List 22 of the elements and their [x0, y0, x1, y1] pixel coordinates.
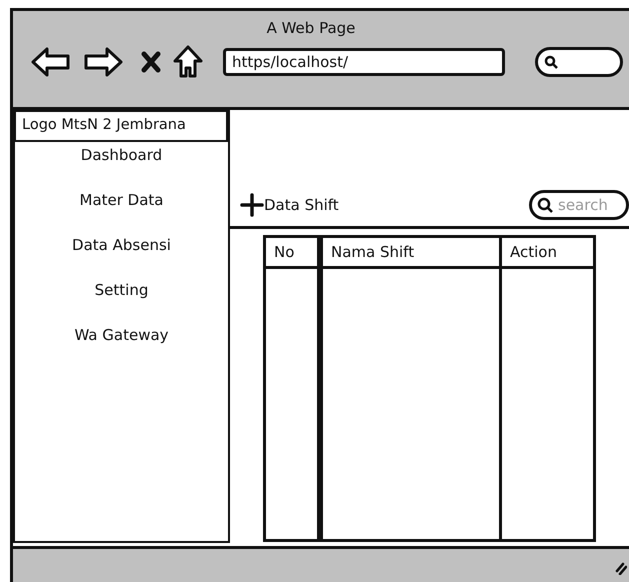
close-icon[interactable]	[141, 51, 161, 73]
search-field[interactable]: search	[529, 190, 629, 220]
menu-item[interactable]: Mater Data	[15, 186, 228, 232]
menu-item[interactable]: Wa Gateway	[15, 322, 228, 367]
search-icon	[537, 197, 553, 213]
column-header: Action	[502, 238, 593, 269]
menu-item[interactable]: Data Absensi	[15, 232, 228, 277]
menu-item[interactable]: Dashboard	[15, 142, 228, 187]
home-icon[interactable]	[173, 45, 203, 79]
window-title: A Web Page	[266, 18, 356, 39]
plus-icon	[240, 193, 264, 217]
search-icon	[544, 55, 558, 69]
resize-grip-icon[interactable]	[615, 561, 627, 575]
browser-search-field[interactable]	[535, 47, 623, 77]
back-icon[interactable]	[31, 46, 71, 78]
logo-label: Logo MtsN 2 Jembrana	[14, 110, 228, 142]
column-header: No	[266, 238, 317, 269]
menu-item[interactable]: Setting	[15, 276, 228, 322]
column-header: Nama Shift	[323, 238, 499, 269]
forward-icon[interactable]	[83, 46, 123, 78]
url-field[interactable]: https/localhost/	[223, 48, 505, 76]
add-button[interactable]: Data Shift	[240, 193, 339, 217]
